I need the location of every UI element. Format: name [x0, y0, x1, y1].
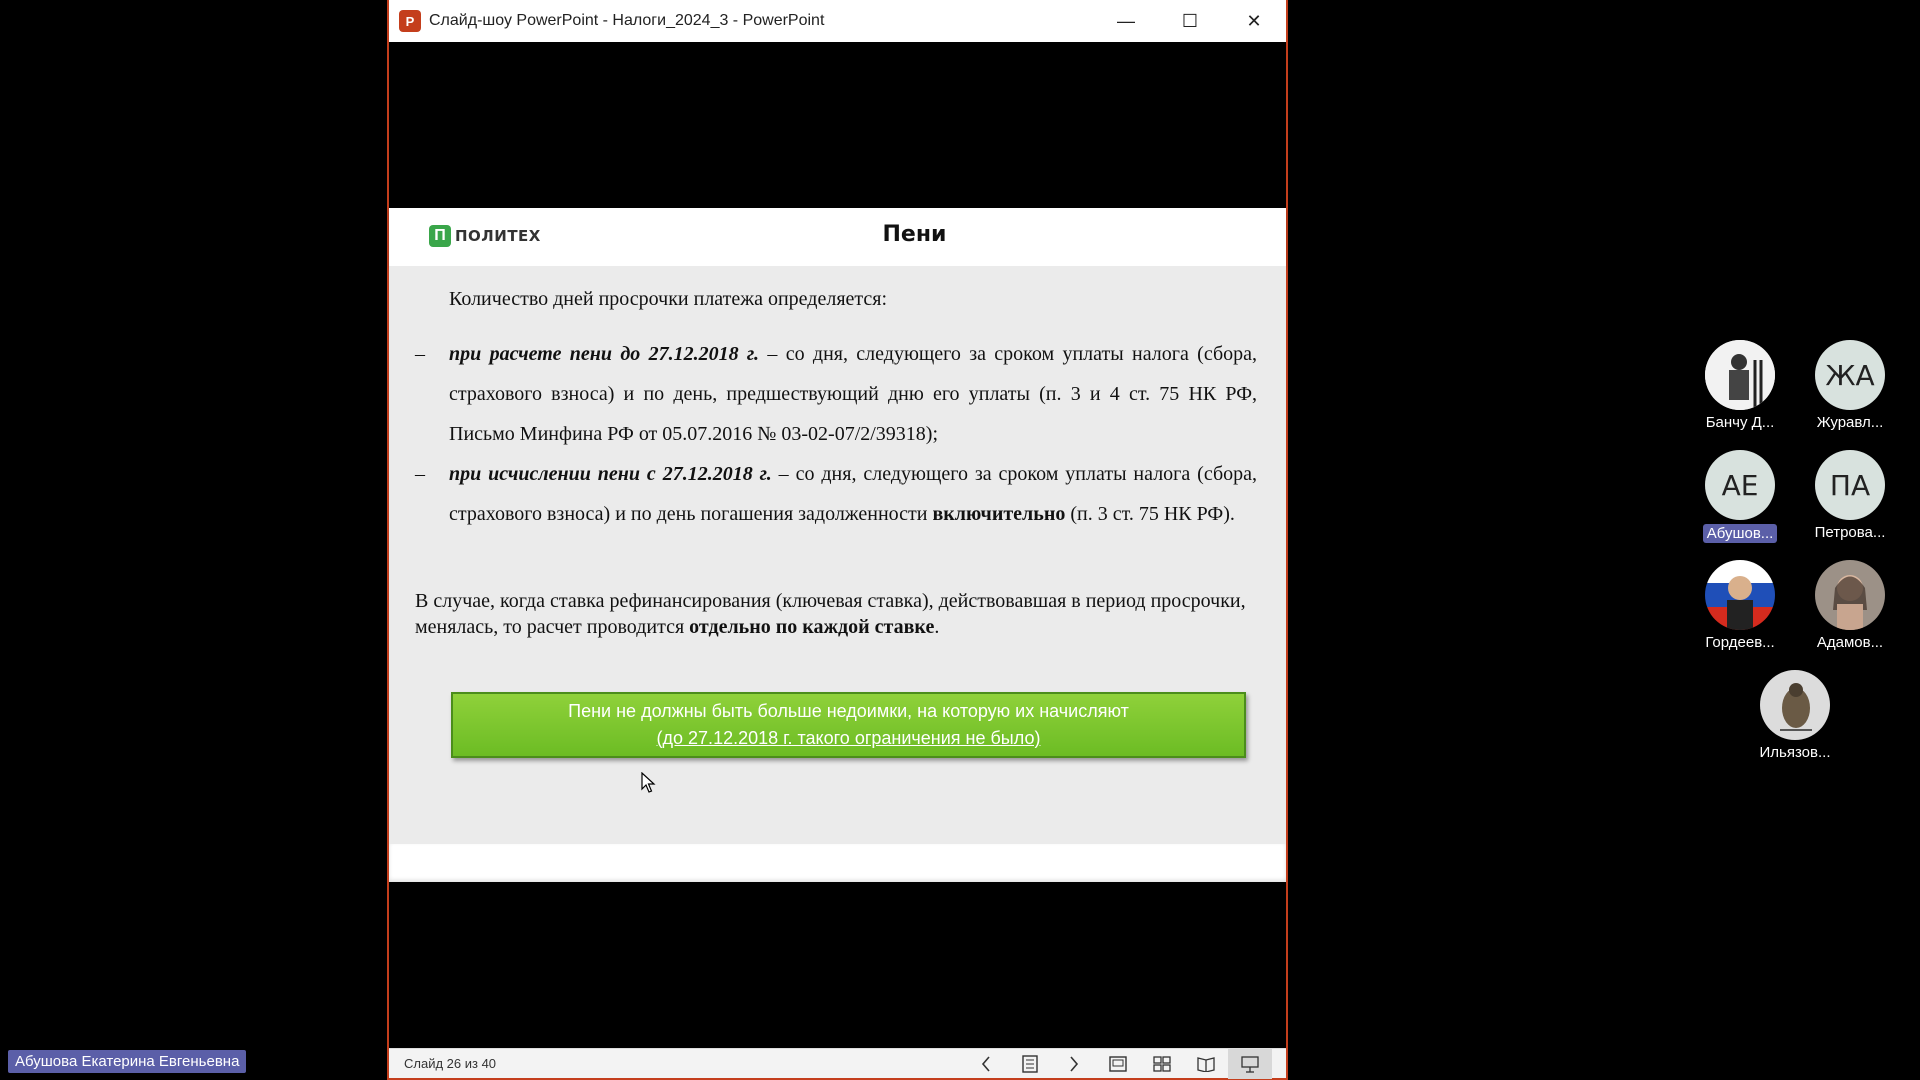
participant-avatar: ПА — [1815, 450, 1885, 520]
mouse-cursor-icon — [641, 772, 656, 793]
participant-name: Банчу Д... — [1705, 414, 1775, 431]
desktop-screen: P Слайд-шоу PowerPoint - Налоги_2024_3 -… — [0, 0, 1920, 1080]
slide-sorter-icon[interactable] — [1140, 1049, 1184, 1079]
participant-name: Гордеев... — [1705, 634, 1775, 651]
participant-avatar — [1705, 560, 1775, 630]
bullet-emphasis: включительно — [932, 503, 1066, 525]
participant-tile[interactable]: Адамов... — [1800, 560, 1900, 651]
normal-view-icon[interactable] — [1096, 1049, 1140, 1079]
powerpoint-icon: P — [399, 10, 421, 32]
callout-line-2: (до 27.12.2018 г. такого ограничения не … — [656, 728, 1041, 748]
participant-photo-icon — [1705, 340, 1775, 410]
participant-tile[interactable]: ПА Петрова... — [1800, 450, 1900, 541]
slide-list-icon[interactable] — [1008, 1049, 1052, 1079]
bullet-body-end: (п. 3 ст. 75 НК РФ). — [1065, 503, 1235, 525]
bullet-text: при исчислении пени с 27.12.2018 г. – со… — [415, 454, 1257, 534]
window-titlebar[interactable]: P Слайд-шоу PowerPoint - Налоги_2024_3 -… — [389, 0, 1286, 42]
participant-photo-icon — [1815, 560, 1885, 630]
participant-name: Ильязов... — [1759, 744, 1831, 761]
window-title: Слайд-шоу PowerPoint - Налоги_2024_3 - P… — [429, 12, 825, 29]
bullet-lead: при исчислении пени с 27.12.2018 г. — [449, 463, 772, 485]
chevron-right-icon[interactable] — [1052, 1049, 1096, 1079]
participant-tile[interactable]: ЖА Журавл... — [1800, 340, 1900, 431]
paragraph-end: . — [934, 616, 940, 638]
slide-header: П ПОЛИТЕХ Пени — [389, 208, 1286, 266]
participant-tile[interactable]: АЕ Абушов... — [1690, 450, 1790, 543]
slide-counter: Слайд 26 из 40 — [404, 1056, 497, 1071]
participant-avatar: ЖА — [1815, 340, 1885, 410]
callout-box: Пени не должны быть больше недоимки, на … — [451, 692, 1246, 758]
powerpoint-window: P Слайд-шоу PowerPoint - Налоги_2024_3 -… — [387, 0, 1288, 1080]
maximize-button[interactable]: ☐ — [1158, 0, 1222, 42]
rate-paragraph: В случае, когда ставка рефинансирования … — [415, 588, 1257, 640]
bullet-dash: – — [415, 463, 425, 485]
chevron-left-icon[interactable] — [964, 1049, 1008, 1079]
window-controls: — ☐ ✕ — [1094, 0, 1286, 42]
minimize-button[interactable]: — — [1094, 0, 1158, 42]
participant-name: Петрова... — [1814, 524, 1886, 541]
participant-tile[interactable]: Гордеев... — [1690, 560, 1790, 651]
participant-tile[interactable]: Банчу Д... — [1690, 340, 1790, 431]
slide[interactable]: П ПОЛИТЕХ Пени Количество дней просрочки… — [389, 208, 1286, 882]
slide-footer-band — [389, 844, 1286, 882]
participant-photo-icon — [1705, 560, 1775, 630]
bullet-item: – при расчете пени до 27.12.2018 г. – со… — [415, 334, 1257, 454]
slide-body: Количество дней просрочки платежа опреде… — [389, 266, 1286, 844]
active-speaker-label: Абушова Екатерина Евгеньевна — [8, 1050, 247, 1073]
reading-view-icon[interactable] — [1184, 1049, 1228, 1079]
participant-tile[interactable]: Ильязов... — [1745, 670, 1845, 761]
participant-name: Абушов... — [1702, 524, 1778, 543]
bullet-dash: – — [415, 343, 425, 365]
participant-avatar — [1760, 670, 1830, 740]
bullet-lead: при расчете пени до 27.12.2018 г. — [449, 343, 760, 365]
paragraph-emphasis: отдельно по каждой ставке — [689, 616, 935, 638]
participant-photo-icon — [1760, 670, 1830, 740]
slide-title: Пени — [882, 222, 947, 247]
participant-avatar — [1705, 340, 1775, 410]
slideshow-icon[interactable] — [1228, 1049, 1272, 1079]
intro-text: Количество дней просрочки платежа опреде… — [449, 288, 888, 310]
participant-avatar: АЕ — [1705, 450, 1775, 520]
bullet-text: при расчете пени до 27.12.2018 г. – со д… — [415, 334, 1257, 454]
participant-avatar — [1815, 560, 1885, 630]
statusbar-controls — [964, 1049, 1272, 1079]
participant-name: Журавл... — [1816, 414, 1884, 431]
close-button[interactable]: ✕ — [1222, 0, 1286, 42]
slideshow-statusbar: Слайд 26 из 40 — [389, 1048, 1286, 1079]
bullet-item: – при исчислении пени с 27.12.2018 г. – … — [415, 454, 1257, 534]
participant-name: Адамов... — [1816, 634, 1884, 651]
callout-line-1: Пени не должны быть больше недоимки, на … — [568, 701, 1129, 721]
